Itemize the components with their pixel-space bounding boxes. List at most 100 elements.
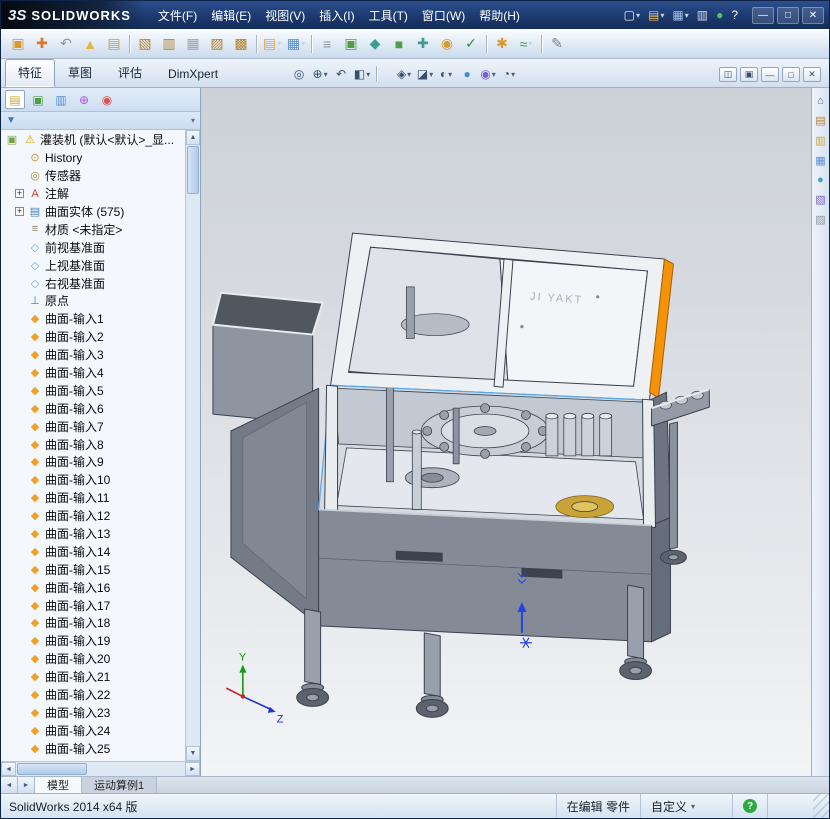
view-orientation-icon[interactable]: ◈ ▾ (394, 65, 414, 83)
close-button[interactable]: ✕ (802, 6, 824, 24)
check-icon[interactable]: ✓ (459, 33, 483, 55)
mass-properties-icon[interactable]: ◉ (435, 33, 459, 55)
front-plane[interactable]: ◇ 前视基准面 (1, 238, 185, 256)
top-plane[interactable]: ◇ 上视基准面 (1, 256, 185, 274)
surface-import[interactable]: ◆ 曲面-输入1 (1, 310, 185, 328)
command-tab[interactable]: 草图 (55, 59, 105, 87)
align-icon[interactable]: ≡ (315, 33, 339, 55)
annotations-folder[interactable]: + A 注解 (1, 185, 185, 203)
surface-import[interactable]: ◆ 曲面-输入14 (1, 542, 185, 560)
surface-import[interactable]: ◆ 曲面-输入22 (1, 686, 185, 704)
doc-minimize-icon[interactable]: — (761, 67, 779, 82)
vertical-scroll-thumb[interactable] (187, 146, 199, 194)
quick-tips-icon[interactable]: ? (743, 799, 757, 813)
surface-import[interactable]: ◆ 曲面-输入8 (1, 435, 185, 453)
menu-item[interactable]: 帮助(H) (472, 4, 527, 27)
surface-import[interactable]: ◆ 曲面-输入6 (1, 399, 185, 417)
performance-indicator-icon[interactable]: ● (712, 6, 727, 24)
status-custom-selector[interactable]: 自定义 ▾ (640, 794, 732, 818)
tab-scroll-left[interactable]: ◄ (1, 777, 18, 793)
surface-import[interactable]: ◆ 曲面-输入25 (1, 739, 185, 757)
featuremanager-tab-icon[interactable]: ▤ (5, 90, 25, 109)
study-tab[interactable]: 运动算例1 (82, 777, 158, 793)
save-document-icon[interactable]: ▦ ▾ (668, 6, 692, 24)
menu-item[interactable]: 插入(I) (312, 4, 361, 27)
design-library-icon[interactable]: ▤ (815, 114, 825, 127)
maximize-button[interactable]: □ (777, 6, 799, 24)
right-plane[interactable]: ◇ 右视基准面 (1, 274, 185, 292)
pack-and-go-icon[interactable]: ▩ (229, 33, 253, 55)
surface-import[interactable]: ◆ 曲面-输入10 (1, 471, 185, 489)
scroll-up-arrow[interactable]: ▲ (186, 130, 200, 145)
surface-import[interactable]: ◆ 曲面-输入24 (1, 721, 185, 739)
open-part-icon[interactable]: ▧ (133, 33, 157, 55)
doc-restore-icon[interactable]: □ (782, 67, 800, 82)
surface-import[interactable]: ◆ 曲面-输入4 (1, 364, 185, 382)
propertymanager-tab-icon[interactable]: ▣ (28, 90, 48, 109)
command-tab[interactable]: 特征 (5, 59, 56, 87)
save-table-icon[interactable]: ▥ (157, 33, 181, 55)
doc-close-icon[interactable]: ✕ (803, 67, 821, 82)
scroll-left-arrow[interactable]: ◄ (1, 762, 16, 776)
configurationmanager-tab-icon[interactable]: ▥ (51, 90, 71, 109)
copy-icon[interactable]: ▤ (102, 33, 126, 55)
dimxpertmanager-tab-icon[interactable]: ⊕ (74, 90, 94, 109)
resources-home-icon[interactable]: ⌂ (817, 95, 824, 107)
menu-item[interactable]: 窗口(W) (415, 4, 472, 27)
history-folder[interactable]: ⊙ History (1, 149, 185, 167)
spline-icon[interactable]: ≈ ▾ (514, 33, 538, 55)
print-icon[interactable]: ▦ (181, 33, 205, 55)
menu-item[interactable]: 文件(F) (151, 4, 204, 27)
tab-scroll-right[interactable]: ► (18, 777, 35, 793)
pane-grid-icon[interactable]: ▣ (740, 67, 758, 82)
menu-item[interactable]: 编辑(E) (204, 4, 258, 27)
machine-model[interactable]: JI YAKT (211, 232, 710, 718)
appearances-icon[interactable]: ● (817, 174, 824, 186)
menu-item[interactable]: 工具(T) (362, 4, 415, 27)
edit-appearance-icon[interactable]: ● (457, 65, 477, 83)
tree-expander[interactable]: + (15, 207, 24, 216)
surface-import[interactable]: ◆ 曲面-输入19 (1, 632, 185, 650)
select-move-icon[interactable]: ✚ (30, 33, 54, 55)
surface-import[interactable]: ◆ 曲面-输入13 (1, 525, 185, 543)
view-settings-icon[interactable]: ◔ ▾ (499, 65, 519, 83)
minimize-button[interactable]: — (752, 6, 774, 24)
display-style-icon[interactable]: ◪ ▾ (415, 65, 435, 83)
measure-icon[interactable]: ✚ (411, 33, 435, 55)
surface-import[interactable]: ◆ 曲面-输入7 (1, 417, 185, 435)
graphics-area[interactable]: JI YAKT Y Z (201, 88, 811, 776)
custom-properties-icon[interactable]: ▨ (815, 213, 825, 226)
surface-import[interactable]: ◆ 曲面-输入11 (1, 489, 185, 507)
surface-import[interactable]: ◆ 曲面-输入3 (1, 346, 185, 364)
menu-item[interactable]: 视图(V) (258, 4, 312, 27)
study-tab[interactable]: 模型 (35, 777, 82, 793)
open-document-icon[interactable]: ▤ ▾ (644, 6, 668, 24)
origin[interactable]: ⊥ 原点 (1, 292, 185, 310)
sketch-pencil-icon[interactable]: ✎ (545, 33, 569, 55)
surface-tool-icon[interactable]: ◆ (363, 33, 387, 55)
horizontal-scroll-thumb[interactable] (17, 763, 87, 775)
file-properties-icon[interactable]: ▨ (205, 33, 229, 55)
pane-split-icon[interactable]: ◫ (719, 67, 737, 82)
sensors-folder[interactable]: ◎ 传感器 (1, 167, 185, 185)
tree-vertical-scrollbar[interactable]: ▲ ▼ (185, 130, 200, 761)
surface-import[interactable]: ◆ 曲面-输入21 (1, 668, 185, 686)
help-icon[interactable]: ? (727, 6, 742, 24)
surface-import[interactable]: ◆ 曲面-输入17 (1, 596, 185, 614)
hide-show-items-icon[interactable]: ◐ ▾ (436, 65, 456, 83)
apply-scene-icon[interactable]: ◉ ▾ (478, 65, 498, 83)
zoom-fit-icon[interactable]: ◎ (289, 65, 309, 83)
section-view-icon[interactable]: ◧ ▾ (352, 65, 372, 83)
curvature-icon[interactable]: ✱ (490, 33, 514, 55)
scroll-right-arrow[interactable]: ► (185, 762, 200, 776)
resize-grip[interactable] (813, 794, 829, 818)
previous-view-icon[interactable]: ↶ (331, 65, 351, 83)
make-drawing-icon[interactable]: ▤ ▾ (260, 33, 284, 55)
surface-bodies-folder[interactable]: + ▤ 曲面实体 (575) (1, 203, 185, 221)
command-tab[interactable]: 评估 (105, 59, 155, 87)
graphics-viewport[interactable]: JI YAKT Y Z (201, 88, 811, 776)
command-tab[interactable]: DimXpert (155, 62, 231, 87)
view-palette-icon[interactable]: ▦ (815, 154, 825, 167)
surface-import[interactable]: ◆ 曲面-输入9 (1, 453, 185, 471)
tree-horizontal-scrollbar[interactable]: ◄ ► (1, 761, 200, 776)
